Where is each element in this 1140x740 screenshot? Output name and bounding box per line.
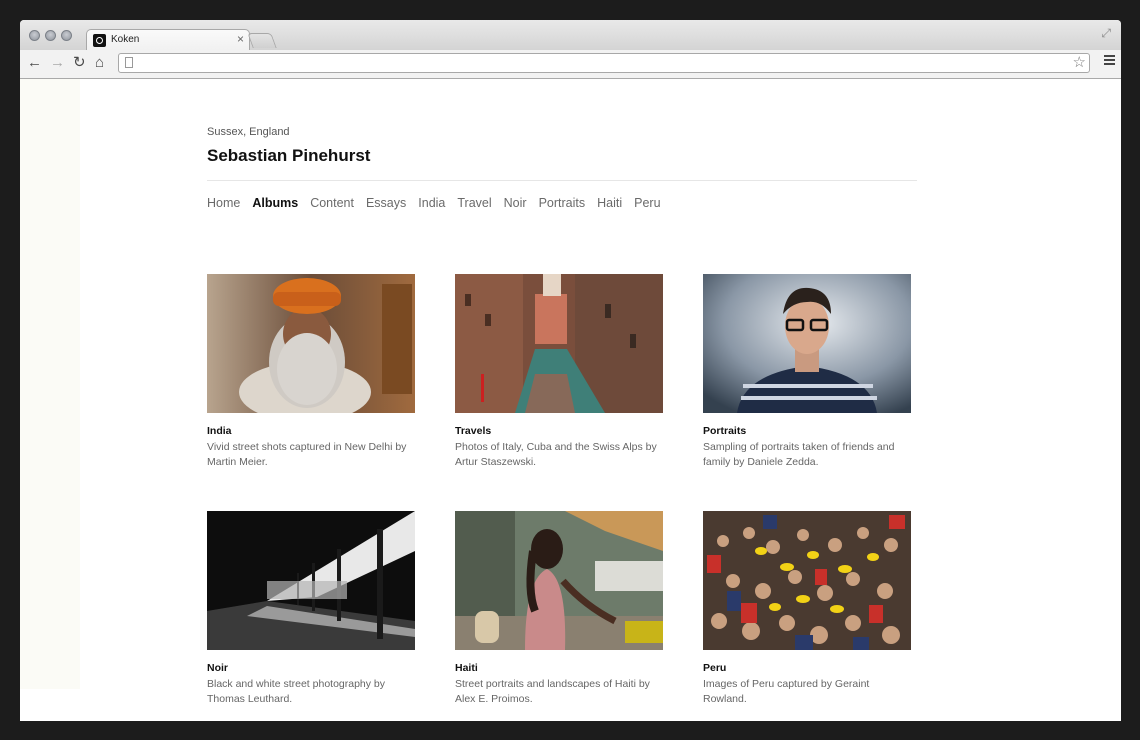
album-thumbnail-travels[interactable] <box>455 274 663 413</box>
koken-favicon-icon <box>93 34 106 47</box>
album-title[interactable]: Noir <box>207 662 427 674</box>
nav-item-essays[interactable]: Essays <box>366 196 406 210</box>
album-card-travels[interactable]: Travels Photos of Italy, Cuba and the Sw… <box>455 274 675 470</box>
album-card-haiti[interactable]: Haiti Street portraits and landscapes of… <box>455 511 675 707</box>
address-bar[interactable]: ☆ <box>118 53 1090 73</box>
album-description: Black and white street photography by Th… <box>207 678 386 705</box>
main-nav: Home Albums Content Essays India Travel … <box>207 196 661 210</box>
album-thumbnail-india[interactable] <box>207 274 415 413</box>
left-margin-panel <box>20 79 80 689</box>
album-thumbnail-haiti[interactable] <box>455 511 663 650</box>
album-description: Photos of Italy, Cuba and the Swiss Alps… <box>455 441 657 468</box>
album-title[interactable]: India <box>207 425 427 437</box>
tab-close-icon[interactable]: × <box>237 32 244 46</box>
star-icon[interactable]: ☆ <box>1073 54 1086 72</box>
tab-title: Koken <box>111 34 140 45</box>
browser-window: Koken × ⤢ ← → ↻ ⌂ ☆ Sussex, England Seba… <box>20 20 1121 721</box>
nav-item-content[interactable]: Content <box>310 196 354 210</box>
nav-item-india[interactable]: India <box>418 196 445 210</box>
album-card-noir[interactable]: Noir Black and white street photography … <box>207 511 427 707</box>
album-description: Sampling of portraits taken of friends a… <box>703 441 895 468</box>
nav-item-noir[interactable]: Noir <box>504 196 527 210</box>
album-title[interactable]: Peru <box>703 662 923 674</box>
nav-item-peru[interactable]: Peru <box>634 196 660 210</box>
album-description: Vivid street shots captured in New Delhi… <box>207 441 407 468</box>
album-card-portraits[interactable]: Portraits Sampling of portraits taken of… <box>703 274 923 470</box>
album-thumbnail-portraits[interactable] <box>703 274 911 413</box>
forward-arrow-icon[interactable]: → <box>50 53 65 73</box>
fullscreen-icon[interactable]: ⤢ <box>1101 26 1111 41</box>
header-divider <box>207 180 917 181</box>
album-card-peru[interactable]: Peru Images of Peru captured by Geraint … <box>703 511 923 707</box>
new-tab-button[interactable] <box>247 33 277 48</box>
album-card-india[interactable]: India Vivid street shots captured in New… <box>207 274 427 470</box>
back-arrow-icon[interactable]: ← <box>27 53 42 73</box>
nav-item-home[interactable]: Home <box>207 196 240 210</box>
site-location: Sussex, England <box>207 126 290 138</box>
site-title[interactable]: Sebastian Pinehurst <box>207 146 370 166</box>
title-bar: Koken × ⤢ <box>20 20 1121 52</box>
nav-item-travel[interactable]: Travel <box>457 196 491 210</box>
page-icon <box>125 57 133 68</box>
nav-item-haiti[interactable]: Haiti <box>597 196 622 210</box>
browser-toolbar: ← → ↻ ⌂ ☆ <box>20 50 1121 79</box>
home-icon[interactable]: ⌂ <box>95 53 104 73</box>
zoom-window-button[interactable] <box>61 30 72 41</box>
reload-icon[interactable]: ↻ <box>73 53 86 73</box>
album-title[interactable]: Haiti <box>455 662 675 674</box>
album-thumbnail-peru[interactable] <box>703 511 911 650</box>
minimize-window-button[interactable] <box>45 30 56 41</box>
page-content: Sussex, England Sebastian Pinehurst Home… <box>20 79 1121 721</box>
album-description: Street portraits and landscapes of Haiti… <box>455 678 650 705</box>
album-description: Images of Peru captured by Geraint Rowla… <box>703 678 870 705</box>
browser-tab[interactable]: Koken × <box>86 29 250 52</box>
album-title[interactable]: Portraits <box>703 425 923 437</box>
nav-item-albums[interactable]: Albums <box>252 196 298 210</box>
menu-icon[interactable] <box>1104 55 1115 67</box>
album-thumbnail-noir[interactable] <box>207 511 415 650</box>
close-window-button[interactable] <box>29 30 40 41</box>
nav-item-portraits[interactable]: Portraits <box>539 196 586 210</box>
album-title[interactable]: Travels <box>455 425 675 437</box>
